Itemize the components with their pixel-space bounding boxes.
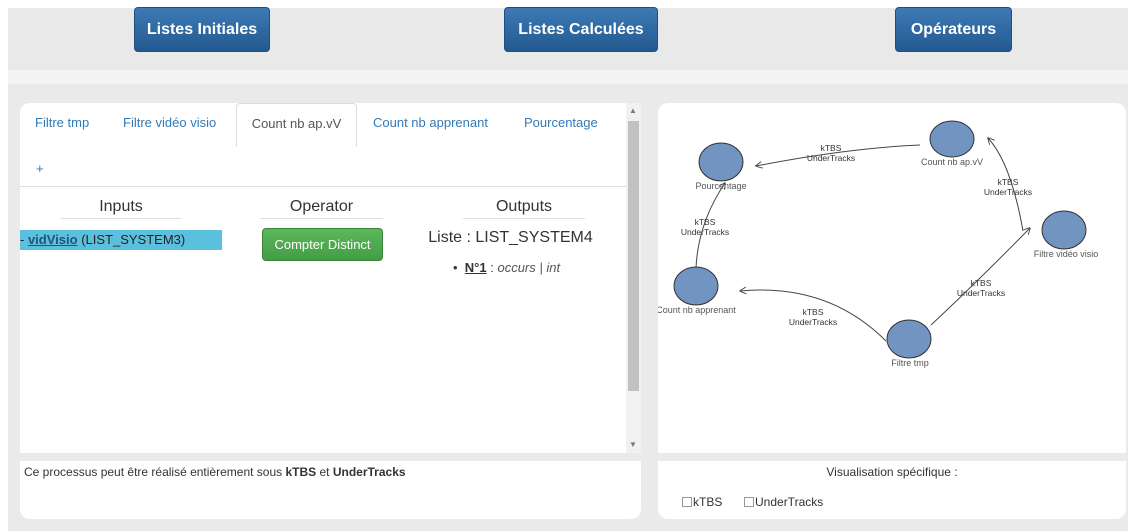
input-row-vidvisio[interactable]: - vidVisio (LIST_SYSTEM3) — [20, 230, 222, 250]
graph-panel: kTBS UnderTracks kTBS UnderTracks kTBS Unde… — [658, 103, 1126, 453]
input-dash: - — [20, 232, 28, 247]
vertical-scrollbar[interactable]: ▲ ▼ — [626, 103, 641, 453]
node-filtre-video-visio[interactable] — [1041, 210, 1087, 250]
ktbs-checkbox-box[interactable] — [682, 497, 692, 507]
output-item: • N°1 : occurs | int — [453, 260, 560, 275]
edge-label-5: kTBS UnderTracks — [789, 307, 837, 327]
node-label-pourcentage: Pourcentage — [695, 181, 746, 191]
footer-text: Ce processus peut être réalisé entièreme… — [24, 465, 286, 479]
listes-initiales-button[interactable]: Listes Initiales — [134, 7, 270, 52]
node-filtre-tmp[interactable] — [886, 319, 932, 359]
edge-label-1: kTBS UnderTracks — [807, 143, 855, 163]
scrollbar-thumb[interactable] — [628, 121, 639, 391]
scroll-up-icon[interactable]: ▲ — [629, 106, 637, 115]
node-label-filtre-tmp: Filtre tmp — [891, 358, 929, 368]
inputs-header-label: Inputs — [99, 198, 143, 215]
edge-label-3: kTBS UnderTracks — [681, 217, 729, 237]
add-tab-button[interactable]: + — [36, 161, 44, 176]
node-label-count-nb-apprenant: Count nb apprenant — [658, 305, 736, 315]
node-count-nb-ap-vv[interactable] — [929, 120, 975, 158]
process-panel: Filtre tmp Filtre vidéo visio Count nb a… — [20, 103, 641, 453]
footer-ktbs: kTBS — [285, 465, 317, 479]
output-list-name: Liste : LIST_SYSTEM4 — [428, 229, 593, 246]
node-count-nb-apprenant[interactable] — [673, 266, 719, 306]
tab-bar: Filtre tmp Filtre vidéo visio Count nb a… — [20, 103, 626, 187]
input-list-name: (LIST_SYSTEM3) — [77, 232, 186, 247]
outputs-header-label: Outputs — [495, 198, 553, 215]
input-name-link[interactable]: vidVisio — [28, 232, 78, 247]
output-field: occurs | int — [497, 260, 561, 275]
compter-distinct-button[interactable]: Compter Distinct — [262, 228, 383, 261]
tab-filtre-tmp[interactable]: Filtre tmp — [35, 115, 89, 130]
operator-header: Operator — [260, 198, 383, 219]
tab-count-nb-ap-vv[interactable]: Count nb ap.vV — [236, 103, 357, 147]
separator — [8, 70, 1128, 84]
node-pourcentage[interactable] — [698, 142, 744, 182]
process-graph[interactable]: kTBS UnderTracks kTBS UnderTracks kTBS Unde… — [658, 103, 1126, 453]
undertracks-checkbox-label: UnderTracks — [755, 495, 824, 509]
inputs-header: Inputs — [61, 198, 181, 219]
ktbs-checkbox[interactable]: kTBS — [682, 495, 722, 509]
node-label-count-nb-ap-vv: Count nb ap.vV — [921, 157, 983, 167]
footer-and: et — [316, 465, 333, 479]
ktbs-checkbox-label: kTBS — [693, 495, 723, 509]
process-footer: Ce processus peut être réalisé entièreme… — [20, 461, 641, 519]
undertracks-checkbox-box[interactable] — [744, 497, 754, 507]
operator-header-label: Operator — [289, 198, 354, 215]
edge-label-4: kTBS UnderTracks — [957, 278, 1005, 298]
bullet: • — [453, 260, 458, 275]
visualisation-title: Visualisation spécifique : — [826, 465, 958, 479]
undertracks-checkbox[interactable]: UnderTracks — [744, 495, 823, 509]
tab-count-nb-apprenant[interactable]: Count nb apprenant — [373, 115, 488, 130]
node-label-filtre-video-visio: Filtre vidéo visio — [1034, 249, 1099, 259]
output-separator: : — [486, 260, 498, 275]
operateurs-button[interactable]: Opérateurs — [895, 7, 1012, 52]
output-number[interactable]: N°1 — [465, 260, 487, 275]
scroll-down-icon[interactable]: ▼ — [629, 440, 637, 449]
edge-filtre-tmp-to-filtre-video — [930, 228, 1030, 326]
listes-calculees-button[interactable]: Listes Calculées — [504, 7, 658, 52]
visualisation-panel: Visualisation spécifique : kTBS UnderTra… — [658, 461, 1126, 519]
tab-pourcentage[interactable]: Pourcentage — [524, 115, 598, 130]
outputs-header: Outputs — [463, 198, 585, 219]
footer-undertracks: UnderTracks — [332, 465, 406, 479]
edge-label-2: kTBS UnderTracks — [984, 177, 1032, 197]
tab-filtre-video-visio[interactable]: Filtre vidéo visio — [123, 115, 216, 130]
